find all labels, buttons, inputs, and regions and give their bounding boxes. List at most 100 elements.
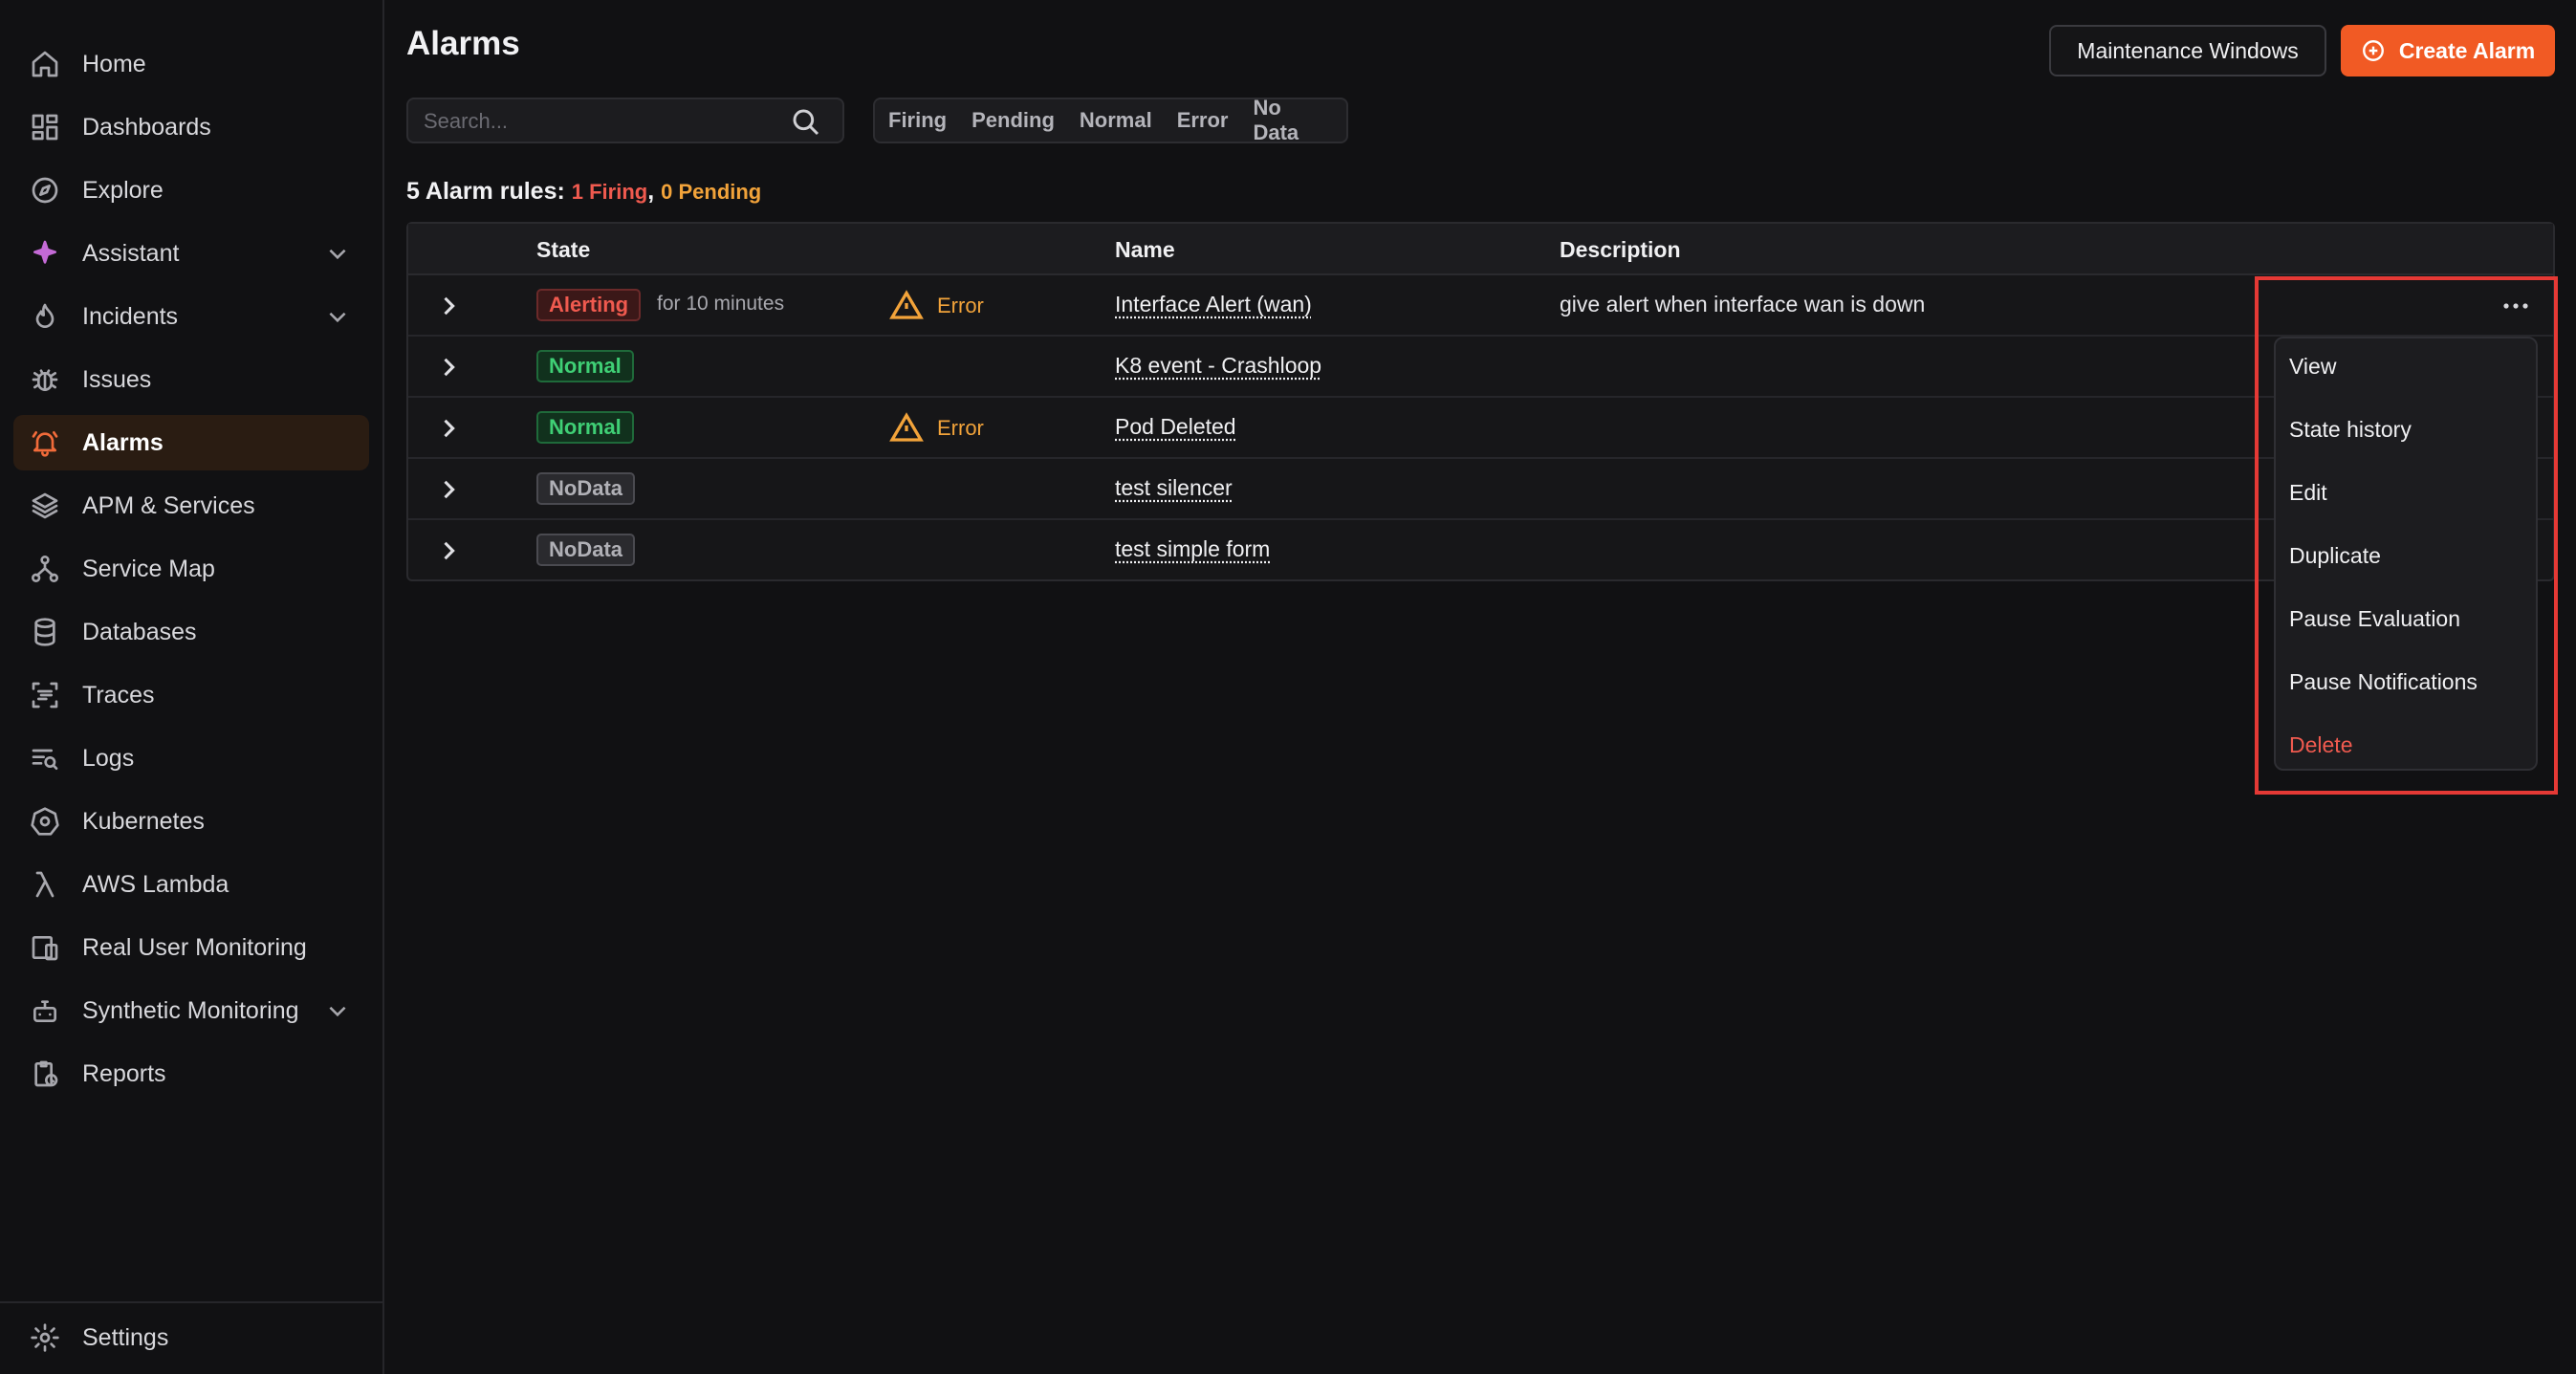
sidebar-item-apm-services[interactable]: APM & Services <box>13 478 369 534</box>
sidebar-item-label: Real User Monitoring <box>82 933 307 961</box>
sidebar-item-label: Dashboards <box>82 113 211 141</box>
table-row[interactable]: NoData test simple form <box>408 520 2553 581</box>
table-row[interactable]: NoData test silencer <box>408 459 2553 520</box>
robot-icon <box>29 994 61 1027</box>
table-row[interactable]: Normal K8 event - Crashloop <box>408 337 2553 398</box>
bell-icon <box>29 426 61 459</box>
rule-name-link[interactable]: test simple form <box>1115 536 1270 562</box>
sidebar: Home Dashboards Explore Assistant Incide… <box>0 0 384 1374</box>
search-input[interactable] <box>422 107 770 136</box>
sidebar-item-traces[interactable]: Traces <box>13 667 369 723</box>
sidebar-item-label: Incidents <box>82 302 179 330</box>
filter-no-data[interactable]: No Data <box>1253 96 1321 145</box>
alarm-summary: 5 Alarm rules: 1 Firing, 0 Pending <box>406 178 761 206</box>
rule-name-link[interactable]: test silencer <box>1115 475 1233 501</box>
menu-item-pause-evaluation[interactable]: Pause Evaluation <box>2289 606 2460 632</box>
alarm-rules-table: State Name Description Alerting for 10 m… <box>406 222 2555 581</box>
column-description: Description <box>1560 237 1681 262</box>
sidebar-item-label: Kubernetes <box>82 807 205 835</box>
chevron-down-icon[interactable] <box>325 241 350 266</box>
rule-name-link[interactable]: Interface Alert (wan) <box>1115 292 1312 317</box>
clipboard-icon <box>29 1058 61 1090</box>
menu-item-edit[interactable]: Edit <box>2289 480 2327 506</box>
search-icon[interactable] <box>791 107 821 138</box>
status-badge: NoData <box>536 472 636 505</box>
chevron-down-icon[interactable] <box>325 998 350 1023</box>
menu-item-pause-notifications[interactable]: Pause Notifications <box>2289 669 2478 695</box>
sidebar-item-assistant[interactable]: Assistant <box>13 226 369 281</box>
sidebar-item-synthetic-monitoring[interactable]: Synthetic Monitoring <box>13 983 369 1038</box>
sidebar-item-label: Logs <box>82 744 135 772</box>
state-filter-group: Firing Pending Normal Error No Data <box>873 96 1348 145</box>
more-actions-icon[interactable] <box>2491 289 2541 323</box>
sidebar-item-label: Issues <box>82 365 152 393</box>
warning-icon <box>889 412 924 442</box>
summary-prefix: 5 Alarm rules: <box>406 178 565 205</box>
summary-separator: , <box>647 178 655 205</box>
sidebar-item-alarms[interactable]: Alarms <box>13 415 369 470</box>
traces-icon <box>29 679 61 711</box>
sidebar-item-label: Databases <box>82 618 197 645</box>
search-box <box>406 98 844 143</box>
sidebar-item-explore[interactable]: Explore <box>13 163 369 218</box>
sidebar-item-label: Settings <box>82 1323 169 1351</box>
rule-name-link[interactable]: K8 event - Crashloop <box>1115 353 1321 379</box>
sidebar-item-label: Traces <box>82 681 155 709</box>
maintenance-windows-button[interactable]: Maintenance Windows <box>2049 25 2326 76</box>
filter-error[interactable]: Error <box>1177 108 1229 133</box>
health-label: Error <box>937 416 984 440</box>
sidebar-item-issues[interactable]: Issues <box>13 352 369 407</box>
filter-firing[interactable]: Firing <box>888 108 947 133</box>
health-error: Error <box>889 411 984 446</box>
sparkle-icon <box>29 237 61 270</box>
rule-description: give alert when interface wan is down <box>1560 292 1926 316</box>
filter-pending[interactable]: Pending <box>971 108 1055 133</box>
warning-icon <box>889 290 924 319</box>
database-icon <box>29 616 61 648</box>
state-duration: for 10 minutes <box>657 293 785 315</box>
sidebar-item-logs[interactable]: Logs <box>13 731 369 786</box>
sidebar-item-aws-lambda[interactable]: AWS Lambda <box>13 857 369 912</box>
devices-icon <box>29 931 61 964</box>
chevron-right-icon[interactable] <box>435 354 462 381</box>
table-row[interactable]: Normal Error Pod Deleted <box>408 398 2553 459</box>
plus-circle-icon <box>2361 38 2386 63</box>
sidebar-item-settings[interactable]: Settings <box>13 1310 369 1365</box>
menu-item-view[interactable]: View <box>2289 354 2336 380</box>
sidebar-item-label: Reports <box>82 1059 166 1087</box>
health-label: Error <box>937 294 984 317</box>
layers-icon <box>29 490 61 522</box>
sidebar-item-reports[interactable]: Reports <box>13 1046 369 1101</box>
flame-icon <box>29 300 61 333</box>
page-title: Alarms <box>406 25 520 62</box>
column-state: State <box>536 237 591 262</box>
menu-item-delete[interactable]: Delete <box>2289 732 2352 758</box>
chevron-right-icon[interactable] <box>435 537 462 564</box>
chevron-right-icon[interactable] <box>435 293 462 319</box>
sidebar-item-home[interactable]: Home <box>13 36 369 92</box>
chevron-right-icon[interactable] <box>435 415 462 442</box>
chevron-down-icon[interactable] <box>325 304 350 329</box>
sidebar-item-real-user-monitoring[interactable]: Real User Monitoring <box>13 920 369 975</box>
rule-name-link[interactable]: Pod Deleted <box>1115 414 1236 440</box>
summary-pending: 0 Pending <box>661 180 762 204</box>
table-row[interactable]: Alerting for 10 minutes Error Interface … <box>408 275 2553 337</box>
status-badge: Alerting <box>536 289 642 321</box>
lambda-icon <box>29 868 61 901</box>
menu-item-state-history[interactable]: State history <box>2289 417 2412 443</box>
sidebar-item-databases[interactable]: Databases <box>13 604 369 660</box>
menu-item-duplicate[interactable]: Duplicate <box>2289 543 2381 569</box>
sidebar-item-dashboards[interactable]: Dashboards <box>13 99 369 155</box>
sidebar-item-service-map[interactable]: Service Map <box>13 541 369 597</box>
filter-normal[interactable]: Normal <box>1080 108 1152 133</box>
gear-icon <box>29 1321 61 1354</box>
sidebar-item-label: Assistant <box>82 239 180 267</box>
sidebar-item-label: Synthetic Monitoring <box>82 996 299 1024</box>
sidebar-item-kubernetes[interactable]: Kubernetes <box>13 794 369 849</box>
sidebar-item-label: Alarms <box>82 428 164 456</box>
health-error: Error <box>889 289 984 323</box>
home-icon <box>29 48 61 80</box>
chevron-right-icon[interactable] <box>435 476 462 503</box>
create-alarm-button[interactable]: Create Alarm <box>2341 25 2555 76</box>
sidebar-item-incidents[interactable]: Incidents <box>13 289 369 344</box>
